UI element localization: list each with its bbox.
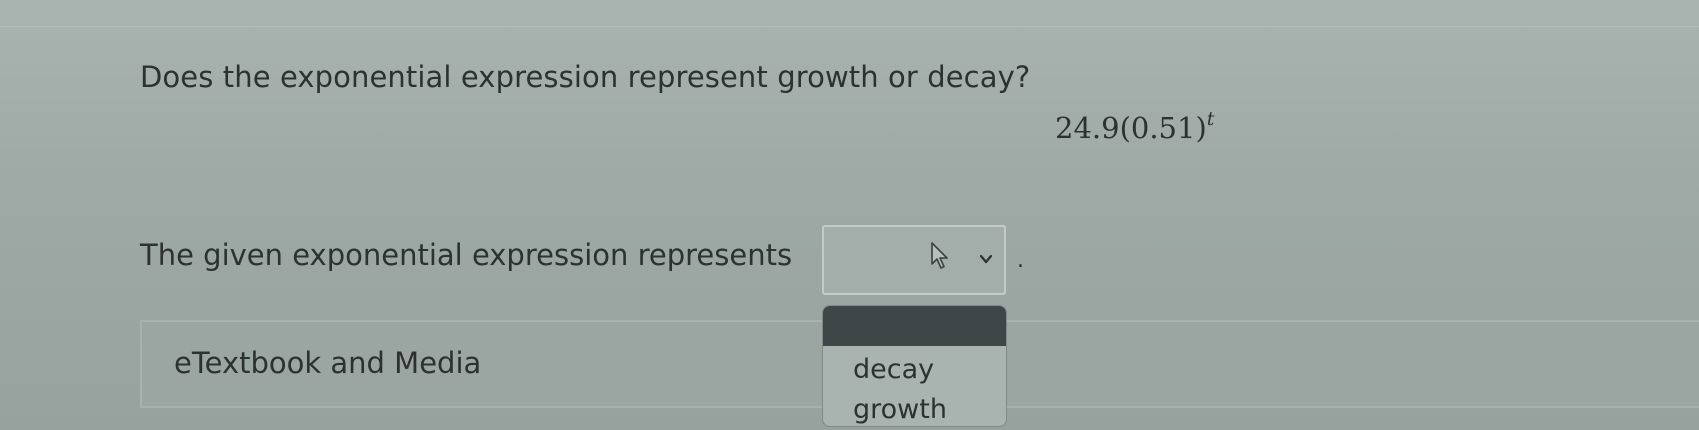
mouse-cursor-icon xyxy=(931,242,948,269)
etextbook-media-label: eTextbook and Media xyxy=(174,346,482,380)
expression-exponent: t xyxy=(1206,108,1215,130)
question-text: Does the exponential expression represen… xyxy=(140,60,1031,94)
section-divider xyxy=(0,26,1699,27)
answer-prompt: The given exponential expression represe… xyxy=(140,238,793,272)
answer-period: . xyxy=(1017,248,1024,273)
answer-dropdown-list[interactable]: decay growth xyxy=(822,305,1007,427)
chevron-down-icon[interactable] xyxy=(980,253,992,265)
exponential-expression: 24.9(0.51)t xyxy=(1055,108,1214,145)
dropdown-option-growth[interactable]: growth xyxy=(853,394,947,425)
expression-base: 24.9(0.51) xyxy=(1055,111,1207,145)
dropdown-option-blank[interactable] xyxy=(823,306,1006,346)
dropdown-option-decay[interactable]: decay xyxy=(853,354,934,385)
answer-select[interactable] xyxy=(822,225,1006,295)
